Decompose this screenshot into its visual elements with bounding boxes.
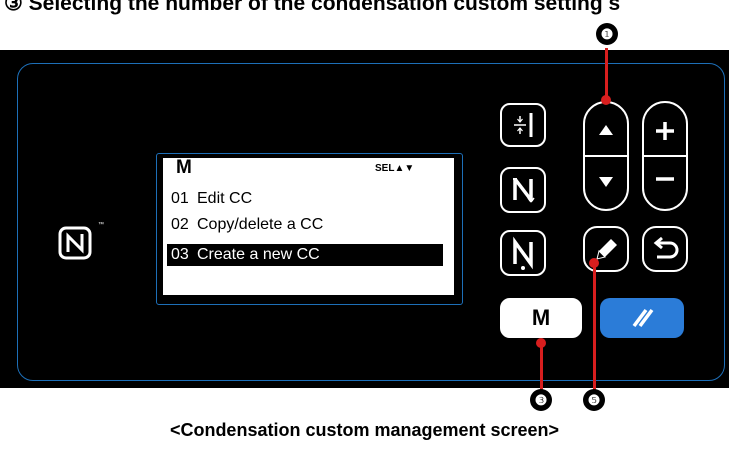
down-button[interactable]	[585, 157, 627, 209]
half-stitch-icon	[514, 113, 533, 137]
menu-item-number: 02	[171, 216, 189, 233]
reverse-stitch-button[interactable]	[500, 167, 546, 213]
menu-item-copy-delete-cc[interactable]: 02 Copy/delete a CC	[171, 214, 443, 236]
reset-icon	[632, 308, 654, 328]
lcd-sel-indicator: SEL▲▼	[375, 163, 415, 174]
callout-leader-m-key	[540, 343, 543, 391]
callout-number-m-key: ❸	[530, 389, 552, 411]
lcd-screen: M SEL▲▼ 01 Edit CC 02 Copy/delete a CC 03 C…	[163, 157, 454, 295]
down-arrow-icon	[599, 177, 613, 187]
needle-up-down-button[interactable]	[500, 230, 546, 276]
callout-dot-up-down	[601, 95, 611, 105]
half-stitch-button[interactable]	[500, 103, 546, 147]
callout-number-up-down: ❶	[596, 23, 618, 45]
menu-item-number: 01	[171, 190, 189, 207]
reverse-stitch-icon	[513, 177, 535, 203]
plus-minus-rocker	[642, 101, 688, 211]
menu-item-label: Copy/delete a CC	[197, 216, 324, 233]
up-button[interactable]	[585, 103, 627, 155]
minus-icon	[656, 177, 674, 181]
callout-dot-edit-key	[589, 258, 599, 268]
needle-up-down-icon	[513, 236, 533, 270]
menu-item-create-new-cc[interactable]: 03 Create a new CC	[167, 244, 443, 266]
trademark-mark: ™	[98, 222, 104, 228]
plus-icon	[656, 122, 674, 140]
menu-item-label: Edit CC	[197, 190, 253, 207]
menu-item-label: Create a new CC	[197, 246, 320, 263]
callout-dot-m-key	[536, 338, 546, 348]
return-button[interactable]	[642, 226, 688, 272]
up-down-rocker	[583, 101, 629, 211]
menu-item-number: 03	[171, 246, 189, 263]
lcd-mode-letter: M	[176, 157, 192, 178]
figure-caption: <Condensation custom management screen>	[169, 420, 560, 440]
reset-button[interactable]	[600, 298, 684, 338]
return-icon	[653, 236, 679, 259]
plus-button[interactable]	[644, 103, 686, 155]
page-heading: ③ Selecting the number of the condensati…	[4, 0, 621, 15]
m-button[interactable]: M	[500, 298, 582, 338]
callout-leader-up-down	[605, 48, 608, 100]
nfc-icon	[58, 226, 92, 260]
callout-leader-edit-key	[593, 264, 596, 391]
menu-item-edit-cc[interactable]: 01 Edit CC	[171, 188, 443, 210]
callout-number-edit-key: ❺	[583, 389, 605, 411]
up-arrow-icon	[599, 125, 613, 135]
minus-button[interactable]	[644, 157, 686, 209]
